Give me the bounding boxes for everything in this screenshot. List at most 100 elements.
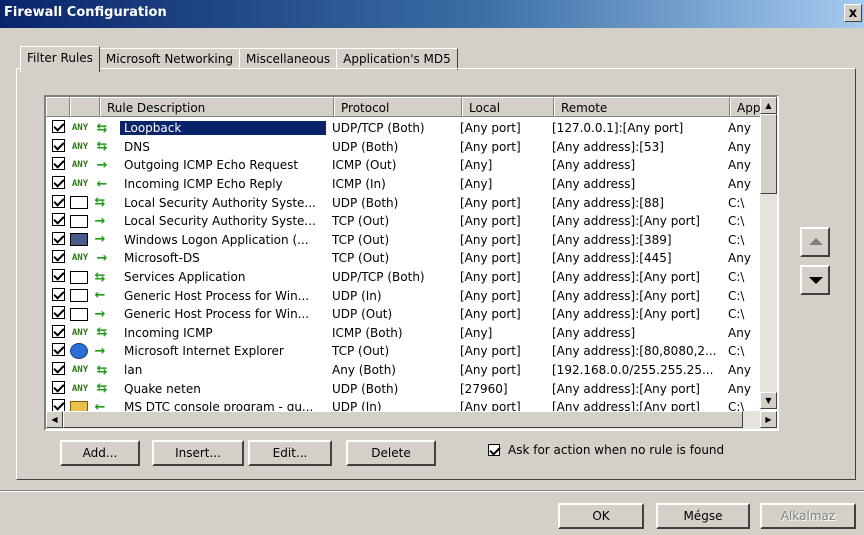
row-enable-checkbox[interactable] [52,287,65,301]
table-row[interactable]: ANY ⇆ Quake neten UDP (Both) [27960] [Any add… [46,379,756,398]
table-row[interactable]: ⇆ Services Application UDP/TCP (Both) [Any … [46,268,756,287]
rule-remote: [Any address]:[Any port] [552,214,700,229]
rule-local: [Any port] [460,288,521,303]
table-row[interactable]: → Local Security Authority Syste... TCP (O… [46,212,756,231]
scroll-thumb[interactable] [760,114,777,194]
row-icons: ANY → [70,249,120,267]
window-title: Firewall Configuration [4,5,167,20]
ask-action-option[interactable]: Ask for action when no rule is found [488,443,724,457]
add-button[interactable]: Add... [60,440,140,466]
rule-application: C:\ [728,344,745,359]
table-row[interactable]: ANY ⇆ DNS UDP (Both) [Any port] [Any address]… [46,138,756,157]
ok-button[interactable]: OK [558,503,644,529]
row-enable-cell [46,176,70,192]
grid-header: Rule Description Protocol Local Remote A… [46,97,777,117]
table-row[interactable]: → Generic Host Process for Win... UDP (Out… [46,305,756,324]
header-check[interactable] [46,97,70,117]
hscroll-thumb[interactable] [63,411,743,428]
row-enable-checkbox[interactable] [52,324,65,338]
row-enable-checkbox[interactable] [52,231,65,245]
edit-button[interactable]: Edit... [248,440,332,466]
tab-microsoft-networking[interactable]: Microsoft Networking [98,48,240,70]
table-row[interactable]: ⇆ Local Security Authority Syste... UDP (B… [46,193,756,212]
rule-local: [Any port] [460,251,521,266]
row-enable-checkbox[interactable] [52,120,65,134]
header-local[interactable]: Local [462,97,554,117]
rule-description: Local Security Authority Syste... [124,195,316,210]
rule-application: C:\ [728,195,745,210]
header-remote[interactable]: Remote [554,97,730,117]
table-row[interactable]: ANY ⇆ Loopback UDP/TCP (Both) [Any port] [127… [46,119,756,138]
apply-button[interactable]: Alkalmaz [760,503,856,529]
header-protocol[interactable]: Protocol [334,97,462,117]
scroll-left-icon[interactable]: ◀ [46,411,63,428]
row-icons: ANY ⇆ [70,324,120,342]
table-row[interactable]: ANY ← Incoming ICMP Echo Reply ICMP (In) [An… [46,175,756,194]
row-icons: → [70,342,120,360]
internet-explorer-icon [70,343,88,360]
horizontal-scrollbar[interactable]: ◀ ▶ [46,411,777,429]
table-row[interactable]: ← Generic Host Process for Win... UDP (In)… [46,286,756,305]
row-enable-checkbox[interactable] [52,176,65,190]
row-enable-checkbox[interactable] [52,343,65,357]
table-row[interactable]: → Microsoft Internet Explorer TCP (Out) [An… [46,342,756,361]
rule-application: Any [728,363,751,378]
rule-description: Microsoft-DS [124,251,200,266]
table-row[interactable]: → Windows Logon Application (... TCP (Out)… [46,231,756,250]
row-icons: ANY ⇆ [70,361,120,379]
table-row[interactable]: ANY → Outgoing ICMP Echo Request ICMP (Out)… [46,156,756,175]
close-button[interactable]: x [844,4,862,22]
rule-local: [Any port] [460,232,521,247]
rule-remote: [Any address] [552,325,636,340]
rule-remote: [192.168.0.0/255.255.25... [552,363,714,378]
tab-filter-rules[interactable]: Filter Rules [20,46,100,72]
rules-grid[interactable]: Rule Description Protocol Local Remote A… [44,95,779,431]
move-down-button[interactable] [800,265,830,295]
table-row[interactable]: ANY ⇆ Incoming ICMP ICMP (Both) [Any] [Any ad… [46,324,756,343]
rule-description: lan [124,363,143,378]
insert-button[interactable]: Insert... [152,440,244,466]
row-enable-checkbox[interactable] [52,138,65,152]
scroll-down-icon[interactable]: ▼ [760,392,777,409]
row-icons: ⇆ [70,268,120,286]
delete-button[interactable]: Delete [346,440,436,466]
row-enable-checkbox[interactable] [52,306,65,320]
rule-local: [Any port] [460,307,521,322]
rule-description: Quake neten [124,381,201,396]
rule-protocol: UDP/TCP (Both) [332,121,425,136]
ask-action-checkbox[interactable] [488,444,500,456]
row-enable-cell [46,120,70,136]
row-enable-checkbox[interactable] [52,194,65,208]
tab-miscellaneous[interactable]: Miscellaneous [239,48,338,70]
row-enable-cell [46,380,70,397]
row-enable-checkbox[interactable] [52,362,65,376]
rule-protocol: ICMP (In) [332,177,386,192]
header-icon[interactable] [70,97,100,117]
row-enable-checkbox[interactable] [52,213,65,227]
row-enable-cell [46,306,70,322]
row-enable-checkbox[interactable] [52,157,65,171]
move-up-button[interactable] [800,227,830,257]
header-rule-description[interactable]: Rule Description [100,97,334,117]
tab-application-md5[interactable]: Application's MD5 [336,48,458,70]
cancel-button[interactable]: Mégse [656,503,750,529]
table-row[interactable]: ANY → Microsoft-DS TCP (Out) [Any port] [Any … [46,249,756,268]
scroll-right-icon[interactable]: ▶ [760,411,777,428]
any-app-icon: ANY [71,179,89,190]
rule-description: DNS [124,139,150,154]
table-row[interactable]: ANY ⇆ lan Any (Both) [Any port] [192.168.0.0/… [46,361,756,380]
row-enable-checkbox[interactable] [52,250,65,264]
rule-remote: [Any address]:[Any port] [552,270,700,285]
row-enable-cell [46,362,70,378]
row-enable-cell [46,157,70,173]
rule-local: [Any] [460,177,493,192]
row-enable-checkbox[interactable] [52,380,65,394]
rule-protocol: TCP (Out) [332,251,390,266]
row-enable-checkbox[interactable] [52,269,65,283]
vertical-scrollbar[interactable]: ▲ ▼ [760,97,777,409]
scroll-up-icon[interactable]: ▲ [760,97,777,114]
rule-protocol: ICMP (Both) [332,325,403,340]
rule-protocol: TCP (Out) [332,232,390,247]
rule-local: [27960] [460,381,508,396]
row-enable-cell [46,324,70,341]
